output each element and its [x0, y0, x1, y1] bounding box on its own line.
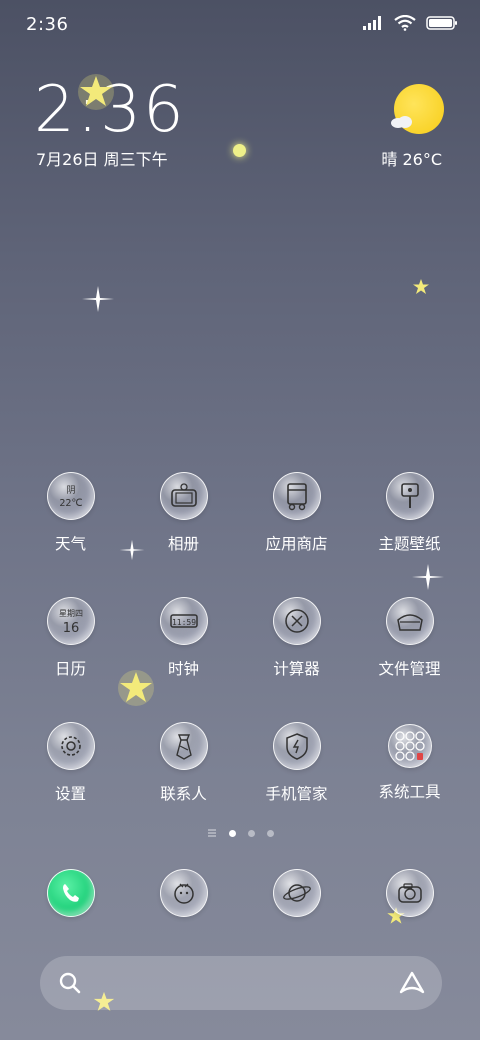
messages-icon[interactable]	[159, 869, 208, 917]
pages-menu-icon[interactable]	[207, 829, 217, 837]
app-weather[interactable]: 阴 22℃ 天气	[14, 472, 127, 554]
search-bar[interactable]	[40, 956, 442, 1010]
app-settings[interactable]: 设置	[14, 722, 127, 804]
app-label: 相册	[167, 535, 199, 553]
app-system-tools[interactable]: 系统工具	[353, 722, 466, 802]
dot-decoration	[233, 144, 246, 157]
svg-text:阴: 阴	[66, 485, 75, 496]
star-decoration	[78, 74, 114, 110]
search-icon[interactable]	[58, 971, 82, 995]
page-indicator[interactable]	[0, 829, 480, 837]
phone-icon[interactable]	[46, 869, 95, 917]
svg-text:星期四: 星期四	[59, 609, 83, 618]
app-label: 文件管理	[378, 660, 441, 678]
app-file-manager[interactable]: 文件管理	[353, 597, 466, 679]
status-time: 2:36	[26, 14, 69, 35]
widget-date: 7月26日 周三下午	[36, 150, 168, 169]
page-dot[interactable]	[247, 829, 255, 837]
security-icon[interactable]	[272, 722, 321, 770]
dock-camera[interactable]	[353, 869, 466, 917]
app-label: 系统工具	[378, 783, 441, 801]
sparkle-decoration	[82, 286, 114, 312]
status-icons	[362, 15, 458, 31]
dock-messages[interactable]	[127, 869, 240, 917]
camera-icon[interactable]	[385, 869, 434, 917]
app-label: 手机管家	[265, 785, 328, 803]
calculator-icon[interactable]	[272, 597, 321, 645]
system-tools-folder-icon[interactable]	[387, 724, 432, 768]
dock-browser[interactable]	[240, 869, 353, 917]
svg-text:11:59: 11:59	[171, 618, 195, 627]
dock-phone[interactable]	[14, 869, 127, 917]
browser-icon[interactable]	[272, 869, 321, 917]
assistant-icon[interactable]	[398, 970, 426, 996]
file-manager-icon[interactable]	[385, 597, 434, 645]
app-themes[interactable]: 主题壁纸	[353, 472, 466, 554]
weather-icon[interactable]: 阴 22℃	[46, 472, 95, 520]
wifi-icon	[394, 15, 416, 31]
battery-icon	[426, 16, 457, 30]
svg-text:22℃: 22℃	[59, 498, 82, 509]
star-decoration	[413, 279, 429, 294]
app-label: 计算器	[273, 660, 320, 678]
cloud-icon	[391, 116, 412, 128]
svg-text:16: 16	[62, 621, 79, 636]
page-dot[interactable]	[266, 829, 274, 837]
app-contacts[interactable]: 联系人	[127, 722, 240, 804]
widget-weather: 晴 26°C	[381, 150, 442, 169]
app-store-icon[interactable]	[272, 472, 321, 520]
app-label: 联系人	[160, 785, 207, 803]
clock-icon[interactable]: 11:59	[159, 597, 208, 645]
app-label: 设置	[54, 785, 86, 803]
status-bar: 2:36	[0, 0, 480, 50]
app-calendar[interactable]: 星期四 16 日历	[14, 597, 127, 679]
calendar-icon[interactable]: 星期四 16	[46, 597, 95, 645]
app-store[interactable]: 应用商店	[240, 472, 353, 554]
contacts-icon[interactable]	[159, 722, 208, 770]
app-label: 日历	[54, 660, 86, 678]
sparkle-decoration	[412, 564, 444, 590]
themes-icon[interactable]	[385, 472, 434, 520]
signal-icon	[363, 16, 381, 30]
app-label: 主题壁纸	[378, 535, 441, 553]
app-calculator[interactable]: 计算器	[240, 597, 353, 679]
gallery-icon[interactable]	[159, 472, 208, 520]
app-gallery[interactable]: 相册	[127, 472, 240, 554]
app-label: 时钟	[167, 660, 199, 678]
app-security[interactable]: 手机管家	[240, 722, 353, 804]
app-label: 应用商店	[265, 535, 328, 553]
page-dot-active[interactable]	[228, 829, 236, 837]
app-label: 天气	[54, 535, 86, 553]
settings-icon[interactable]	[46, 722, 95, 770]
app-clock[interactable]: 11:59 时钟	[127, 597, 240, 679]
